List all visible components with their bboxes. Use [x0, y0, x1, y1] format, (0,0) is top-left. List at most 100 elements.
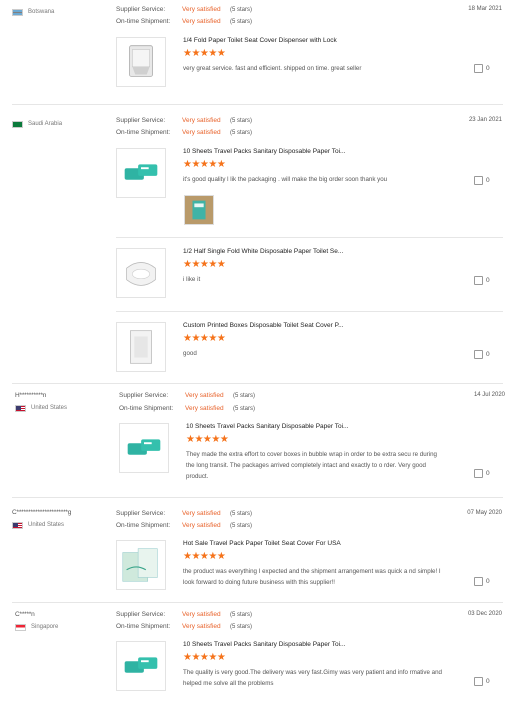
thumbs-up-icon	[474, 350, 483, 359]
like-button[interactable]: 0	[474, 350, 490, 359]
product-title-link[interactable]: 10 Sheets Travel Packs Sanitary Disposab…	[183, 641, 345, 648]
singapore-flag-icon	[15, 624, 26, 631]
review-date: 18 Mar 2021	[468, 6, 502, 12]
saudi-arabia-flag-icon	[12, 121, 23, 128]
supplier-service-label: Supplier Service:	[119, 392, 169, 399]
like-count: 0	[486, 351, 490, 359]
botswana-flag-icon	[12, 9, 23, 16]
shipment-stars: (5 stars)	[233, 406, 256, 412]
shipment-value: Very satisfied	[182, 129, 221, 136]
like-count: 0	[486, 578, 490, 586]
buyer-country: Botswana	[28, 9, 55, 15]
shipment-label: On-time Shipment:	[119, 405, 174, 412]
supplier-service-stars: (5 stars)	[230, 511, 253, 517]
supplier-service-label: Supplier Service:	[116, 611, 166, 618]
review-text: They made the extra effort to cover boxe…	[186, 451, 437, 480]
like-button[interactable]: 0	[474, 64, 490, 73]
supplier-service-value: Very satisfied	[182, 117, 221, 124]
shipment-label: On-time Shipment:	[116, 522, 171, 529]
star-rating: ★★★★★	[186, 434, 229, 445]
us-flag-icon	[12, 522, 23, 529]
shipment-stars: (5 stars)	[230, 624, 253, 630]
buyer-country: United States	[31, 405, 68, 411]
supplier-service-stars: (5 stars)	[233, 393, 256, 399]
product-thumbnail[interactable]	[116, 248, 166, 298]
buyer-country: Singapore	[31, 624, 59, 630]
thumbs-up-icon	[474, 276, 483, 285]
thumbs-up-icon	[474, 677, 483, 686]
star-rating: ★★★★★	[183, 48, 226, 59]
review-date: 03 Dec 2020	[467, 611, 502, 617]
shipment-label: On-time Shipment:	[116, 623, 171, 630]
review-text: very great service. fast and efficient. …	[183, 65, 362, 72]
shipment-stars: (5 stars)	[230, 19, 253, 25]
supplier-service-label: Supplier Service:	[116, 510, 166, 517]
like-count: 0	[486, 65, 490, 73]
shipment-label: On-time Shipment:	[116, 18, 171, 25]
supplier-service-stars: (5 stars)	[230, 612, 253, 618]
like-button[interactable]: 0	[474, 677, 490, 686]
supplier-service-stars: (5 stars)	[230, 118, 253, 124]
product-thumbnail[interactable]	[116, 37, 166, 87]
product-title-link[interactable]: 10 Sheets Travel Packs Sanitary Disposab…	[186, 423, 348, 430]
like-button[interactable]: 0	[474, 577, 490, 586]
like-button[interactable]: 0	[474, 276, 490, 285]
review-date: 14 Jul 2020	[473, 392, 505, 398]
star-rating: ★★★★★	[183, 652, 226, 663]
thumbs-up-icon	[474, 469, 483, 478]
review-text: good	[183, 350, 197, 357]
product-thumbnail[interactable]	[116, 540, 166, 590]
shipment-value: Very satisfied	[182, 18, 221, 25]
review-text: it's good quality l lik the packaging . …	[183, 176, 388, 183]
product-thumbnail[interactable]	[119, 423, 169, 473]
thumbs-up-icon	[474, 577, 483, 586]
review-date: 07 May 2020	[467, 510, 502, 516]
like-button[interactable]: 0	[474, 176, 490, 185]
shipment-label: On-time Shipment:	[116, 129, 171, 136]
supplier-service-value: Very satisfied	[185, 392, 224, 399]
review-divider	[12, 602, 503, 603]
star-rating: ★★★★★	[183, 259, 226, 270]
product-title-link[interactable]: 1/2 Half Single Fold White Disposable Pa…	[183, 248, 343, 255]
buyer-country: United States	[28, 522, 65, 528]
buyer-name: H**********n	[15, 392, 47, 399]
like-count: 0	[486, 177, 490, 185]
shipment-stars: (5 stars)	[230, 130, 253, 136]
supplier-service-stars: (5 stars)	[230, 7, 253, 13]
star-rating: ★★★★★	[183, 551, 226, 562]
buyer-name: C**********************g	[12, 509, 72, 516]
product-thumbnail[interactable]	[116, 148, 166, 198]
us-flag-icon	[15, 405, 26, 412]
product-title-link[interactable]: 10 Sheets Travel Packs Sanitary Disposab…	[183, 148, 345, 155]
buyer-country: Saudi Arabia	[28, 121, 63, 127]
shipment-value: Very satisfied	[182, 522, 221, 529]
thumbs-up-icon	[474, 176, 483, 185]
shipment-value: Very satisfied	[182, 623, 221, 630]
review-photo[interactable]	[184, 195, 214, 225]
product-title-link[interactable]: 1/4 Fold Paper Toilet Seat Cover Dispens…	[183, 37, 337, 44]
product-title-link[interactable]: Custom Printed Boxes Disposable Toilet S…	[183, 322, 344, 329]
item-divider	[116, 311, 503, 312]
review-date: 23 Jan 2021	[468, 117, 502, 123]
review-text: The quality is very good.The delivery wa…	[183, 669, 442, 687]
like-button[interactable]: 0	[474, 469, 490, 478]
review-text: the product was everything I expected an…	[183, 568, 441, 586]
review-divider	[12, 104, 503, 105]
shipment-value: Very satisfied	[185, 405, 224, 412]
supplier-service-label: Supplier Service:	[116, 117, 166, 124]
like-count: 0	[486, 678, 490, 686]
product-thumbnail[interactable]	[116, 641, 166, 691]
thumbs-up-icon	[474, 64, 483, 73]
review-divider	[12, 497, 503, 498]
star-rating: ★★★★★	[183, 333, 226, 344]
shipment-stars: (5 stars)	[230, 523, 253, 529]
supplier-service-label: Supplier Service:	[116, 6, 166, 13]
supplier-service-value: Very satisfied	[182, 611, 221, 618]
buyer-name: C*****n	[15, 611, 35, 618]
product-title-link[interactable]: Hot Sale Travel Pack Paper Toilet Seat C…	[183, 540, 341, 547]
review-text: i like it	[183, 276, 201, 283]
supplier-service-value: Very satisfied	[182, 510, 221, 517]
review-divider	[12, 383, 503, 384]
star-rating: ★★★★★	[183, 159, 226, 170]
product-thumbnail[interactable]	[116, 322, 166, 372]
